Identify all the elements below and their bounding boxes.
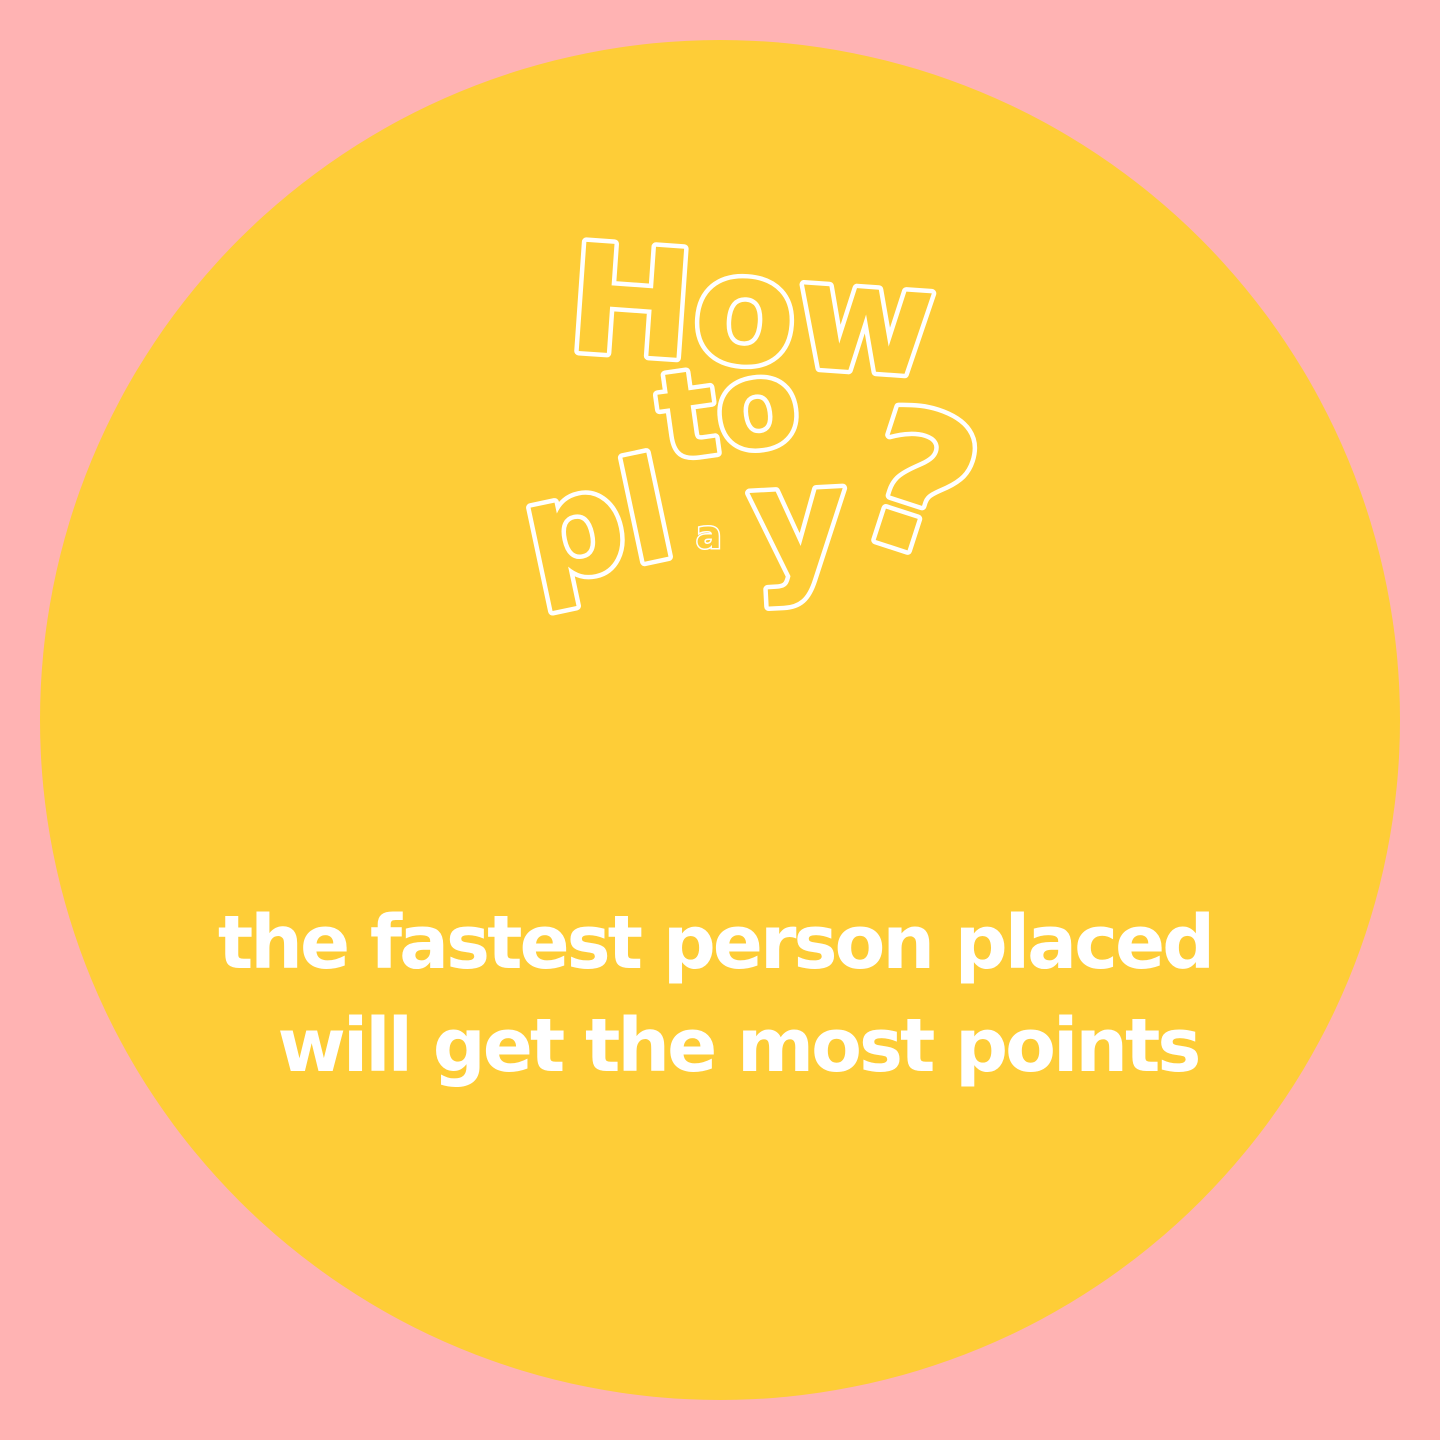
instruction-line-1: the fastest person placed <box>217 900 1215 986</box>
title-pl: pl <box>508 428 687 618</box>
instruction-line-2: will get the most points <box>277 1003 1202 1089</box>
title-y: y <box>745 432 852 611</box>
how-to-play-title: How to ? pl a y <box>504 208 1009 623</box>
title-a: a <box>696 513 722 557</box>
